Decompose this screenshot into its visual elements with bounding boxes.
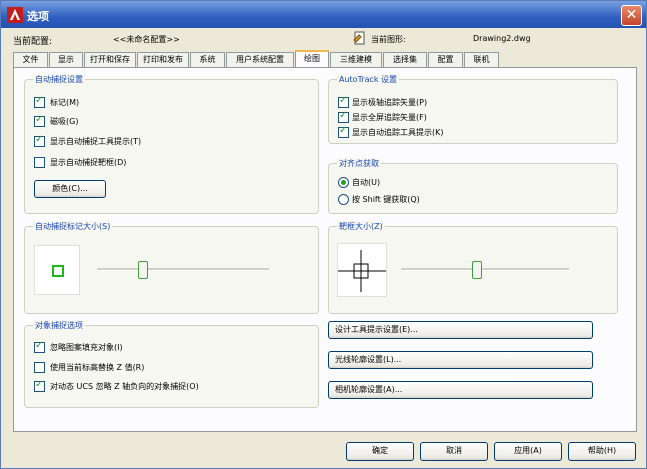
polar-tracking-checkbox[interactable]: [338, 95, 349, 108]
automatic-label: 自动(U): [352, 178, 381, 187]
aperture-box-label: 显示自动捕捉靶框(D): [50, 158, 127, 167]
shift-acquire-label: 按 Shift 键获取(Q): [352, 195, 420, 204]
object-snap-options-group: 对象捕捉选项 忽略图案填充对象(I) 使用当前标高替换 Z 值(R) 对动态 U…: [24, 320, 319, 408]
options-dialog: 选项 ✕ 当前配置: <<未命名配置>> 当前图形: Drawing2.dwg …: [0, 0, 647, 469]
crosshair-aperture-icon: [338, 250, 386, 292]
current-config-label: 当前配置:: [13, 37, 53, 47]
autosnap-settings-group: 自动捕捉设置 标记(M) 磁吸(G) 显示自动捕捉工具提示(T) 显示自动捕捉靶…: [24, 74, 319, 214]
ignore-negative-z-checkbox[interactable]: [34, 379, 45, 392]
current-drawing-label: 当前图形:: [371, 35, 406, 44]
current-config-value: <<未命名配置>>: [113, 35, 180, 44]
magnet-label: 磁吸(G): [50, 117, 79, 126]
apply-button[interactable]: 应用(A): [494, 442, 562, 461]
drawing-file-icon: [353, 31, 365, 45]
tab-online[interactable]: 联机: [464, 52, 499, 67]
current-drawing-value: Drawing2.dwg: [473, 34, 531, 43]
tab-open-save[interactable]: 打开和保存: [84, 52, 136, 67]
marker-size-slider-thumb[interactable]: [137, 261, 148, 279]
tab-plot-publish[interactable]: 打印和发布: [137, 52, 189, 67]
autotrack-tooltip-label: 显示自动追踪工具提示(K): [352, 128, 444, 137]
tab-3d-modeling[interactable]: 三维建模: [330, 52, 382, 67]
replace-z-checkbox[interactable]: [34, 362, 45, 373]
fullscreen-tracking-checkbox[interactable]: [338, 110, 349, 123]
ignore-hatch-label: 忽略图案填充对象(I): [50, 343, 123, 352]
marker-size-slider-track[interactable]: [97, 268, 269, 271]
magnet-checkbox[interactable]: [34, 114, 45, 127]
autotrack-tooltip-checkbox[interactable]: [338, 125, 349, 138]
group-title: 自动捕捉设置: [33, 74, 85, 85]
replace-z-label: 使用当前标高替换 Z 值(R): [50, 363, 145, 372]
cancel-button[interactable]: 取消: [420, 442, 488, 461]
aperture-size-slider-thumb[interactable]: [472, 261, 483, 279]
tab-selection[interactable]: 选择集: [383, 52, 427, 67]
marker-label: 标记(M): [50, 98, 80, 107]
title-bar[interactable]: 选项 ✕: [1, 1, 646, 28]
aperture-box-checkbox[interactable]: [34, 157, 45, 168]
snap-marker-icon: [52, 265, 64, 277]
shift-acquire-radio[interactable]: [338, 194, 349, 205]
help-button[interactable]: 帮助(H): [568, 442, 636, 461]
autosnap-marker-size-group: 自动捕捉标记大小(S): [24, 221, 319, 314]
aperture-size-group: 靶框大小(Z): [328, 221, 618, 314]
autosnap-tooltip-label: 显示自动捕捉工具提示(T): [50, 137, 142, 146]
ok-button[interactable]: 确定: [346, 442, 414, 461]
window-title: 选项: [27, 10, 49, 23]
marker-checkbox[interactable]: [34, 95, 45, 108]
group-title: 自动捕捉标记大小(S): [33, 221, 113, 232]
tab-user-preferences[interactable]: 用户系统配置: [226, 52, 294, 67]
aperture-size-slider-track[interactable]: [401, 268, 569, 271]
cameras-glyph-settings-button[interactable]: 相机轮廓设置(A)...: [328, 381, 593, 399]
alignment-acquisition-group: 对齐点获取 自动(U) 按 Shift 键获取(Q): [328, 158, 618, 214]
lights-glyph-settings-button[interactable]: 光线轮廓设置(L)...: [328, 351, 593, 369]
fullscreen-tracking-label: 显示全屏追踪矢量(F): [352, 113, 427, 122]
group-title: AutoTrack 设置: [337, 74, 400, 85]
autocad-logo-icon: [7, 7, 23, 23]
tab-profiles[interactable]: 配置: [428, 52, 463, 67]
tab-system[interactable]: 系统: [190, 52, 225, 67]
autosnap-tooltip-checkbox[interactable]: [34, 134, 45, 147]
close-icon[interactable]: ✕: [621, 5, 642, 26]
group-title: 对齐点获取: [337, 158, 381, 169]
aperture-size-preview: [337, 243, 387, 297]
group-title: 靶框大小(Z): [337, 221, 385, 232]
autotrack-settings-group: AutoTrack 设置 显示极轴追踪矢量(P) 显示全屏追踪矢量(F) 显示自…: [328, 74, 618, 144]
colors-button[interactable]: 颜色(C)...: [34, 180, 106, 198]
drafting-tooltip-settings-button[interactable]: 设计工具提示设置(E)...: [328, 321, 593, 339]
tab-display[interactable]: 显示: [49, 52, 83, 67]
group-title: 对象捕捉选项: [33, 320, 85, 331]
polar-tracking-label: 显示极轴追踪矢量(P): [352, 98, 428, 107]
automatic-radio[interactable]: [338, 177, 349, 188]
ignore-negative-z-label: 对动态 UCS 忽略 Z 轴负向的对象捕捉(O): [50, 382, 199, 391]
marker-size-preview: [34, 245, 80, 295]
drafting-tab-panel: 自动捕捉设置 标记(M) 磁吸(G) 显示自动捕捉工具提示(T) 显示自动捕捉靶…: [13, 67, 637, 432]
tab-files[interactable]: 文件: [13, 52, 48, 67]
ignore-hatch-checkbox[interactable]: [34, 340, 45, 353]
